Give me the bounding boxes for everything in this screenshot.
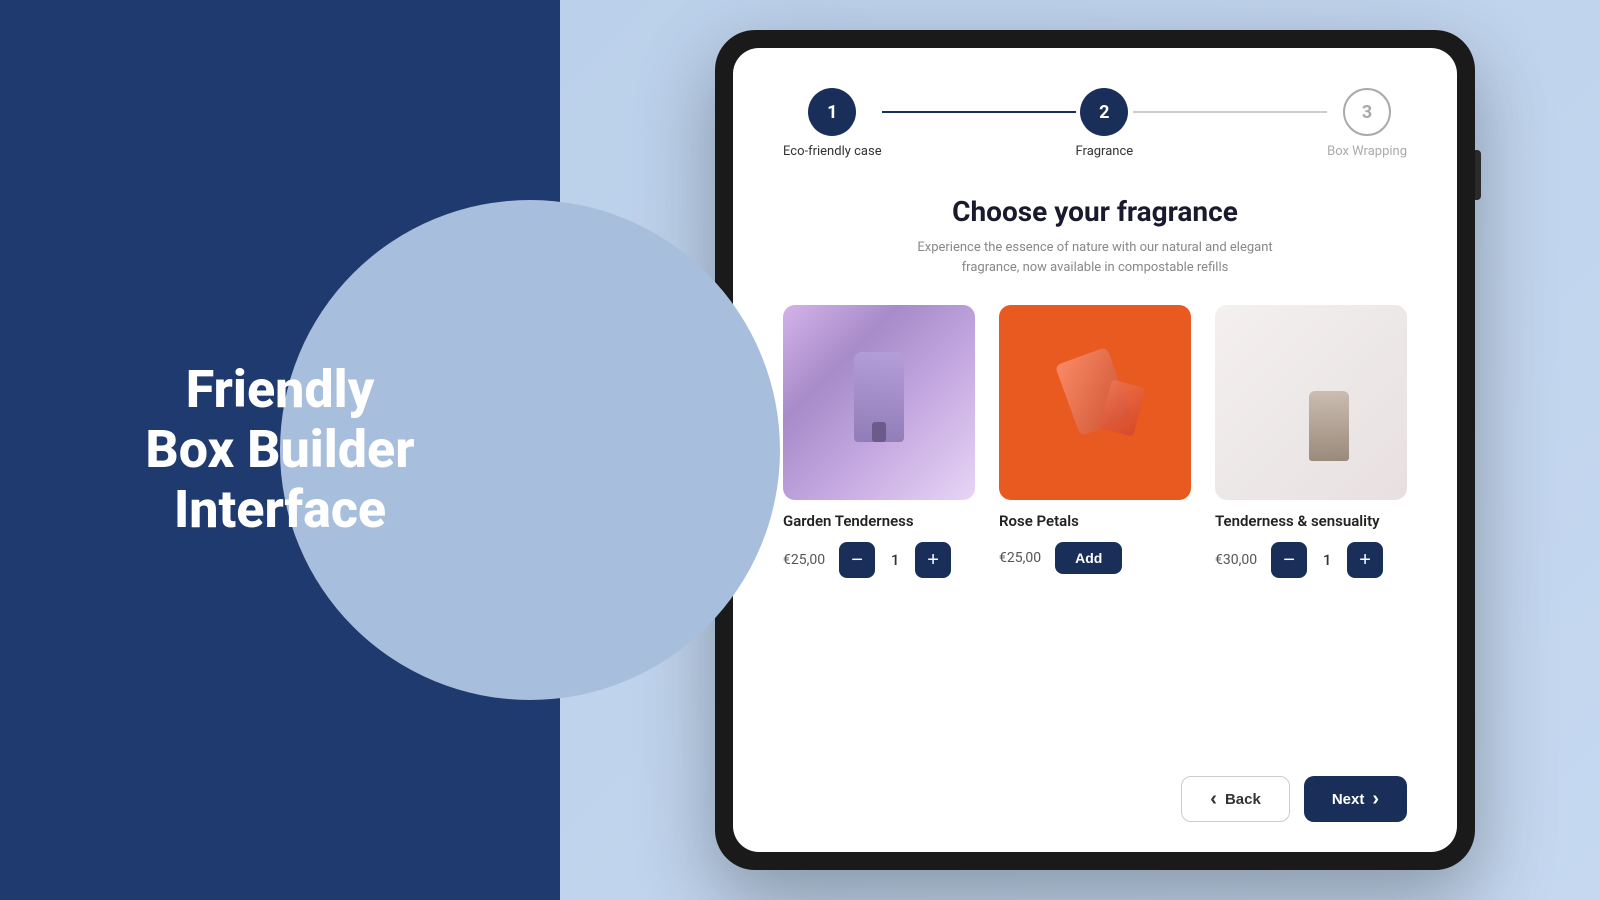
step-connector-1 [882,111,1076,113]
step-2-label: Fragrance [1076,144,1134,159]
chevron-right-icon [1372,789,1379,809]
step-1-label: Eco-friendly case [783,144,882,159]
product-image-garden-tenderness [783,305,975,500]
tablet-frame: 1 Eco-friendly case 2 Fragrance [715,30,1475,870]
qty-value-garden-tenderness: 1 [885,551,905,569]
qty-decrease-garden-tenderness[interactable]: − [839,542,875,578]
add-button-rose-petals[interactable]: Add [1055,542,1122,574]
product-image-rose-petals [999,305,1191,500]
step-1: 1 Eco-friendly case [783,88,882,159]
qty-decrease-tenderness-sensuality[interactable]: − [1271,542,1307,578]
product-price-rose-petals: €25,00 [999,550,1041,566]
step-3: 3 Box Wrapping [1327,88,1407,159]
product-card-garden-tenderness: Garden Tenderness €25,00 − 1 + [783,305,975,756]
stepper: 1 Eco-friendly case 2 Fragrance [783,88,1407,159]
step-1-circle: 1 [808,88,856,136]
product-name-garden-tenderness: Garden Tenderness [783,512,975,530]
tablet-screen: 1 Eco-friendly case 2 Fragrance [733,48,1457,852]
page-subtitle: Experience the essence of nature with ou… [783,238,1407,277]
hero-line2: Box Builder [145,419,414,480]
left-panel: Friendly Box Builder Interface [0,0,560,900]
product-price-tenderness-sensuality: €30,00 [1215,552,1257,568]
back-button[interactable]: Back [1181,776,1290,822]
next-button[interactable]: Next [1304,776,1407,822]
hero-line1: Friendly [186,359,375,420]
qty-increase-garden-tenderness[interactable]: + [915,542,951,578]
chevron-left-icon [1210,789,1217,809]
page-title: Choose your fragrance [783,195,1407,228]
product-name-tenderness-sensuality: Tenderness & sensuality [1215,512,1407,530]
step-2: 2 Fragrance [1076,88,1134,159]
step-2-circle: 2 [1080,88,1128,136]
product-image-tenderness-sensuality [1215,305,1407,500]
product-name-rose-petals: Rose Petals [999,512,1191,530]
footer-buttons: Back Next [783,756,1407,822]
app-content: 1 Eco-friendly case 2 Fragrance [733,48,1457,852]
qty-value-tenderness-sensuality: 1 [1317,551,1337,569]
back-label: Back [1225,791,1261,808]
product-controls-tenderness-sensuality: €30,00 − 1 + [1215,542,1407,578]
product-price-garden-tenderness: €25,00 [783,552,825,568]
product-controls-rose-petals: €25,00 Add [999,542,1191,574]
product-card-rose-petals: Rose Petals €25,00 Add [999,305,1191,756]
hero-line3: Interface [174,479,386,540]
step-3-circle: 3 [1343,88,1391,136]
product-grid: Garden Tenderness €25,00 − 1 + Rose Peta… [783,305,1407,756]
qty-increase-tenderness-sensuality[interactable]: + [1347,542,1383,578]
hero-text: Friendly Box Builder Interface [85,360,474,539]
step-connector-2 [1133,111,1327,113]
next-label: Next [1332,791,1365,808]
step-3-label: Box Wrapping [1327,144,1407,159]
product-card-tenderness-sensuality: Tenderness & sensuality €30,00 − 1 + [1215,305,1407,756]
product-controls-garden-tenderness: €25,00 − 1 + [783,542,975,578]
